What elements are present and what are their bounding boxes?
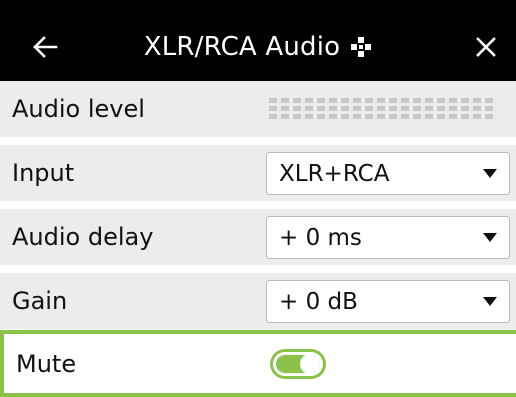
mute-row: Mute xyxy=(0,330,516,397)
audio-delay-select[interactable]: + 0 ms xyxy=(266,216,510,259)
gain-select[interactable]: + 0 dB xyxy=(266,280,510,323)
meter-segment xyxy=(389,98,397,120)
audio-level-label: Audio level xyxy=(12,95,145,123)
meter-segment xyxy=(461,98,469,120)
audio-level-row: Audio level xyxy=(0,81,516,137)
header-bar: XLR/RCA Audio xyxy=(0,0,516,93)
meter-segment xyxy=(305,98,313,120)
input-label: Input xyxy=(12,159,75,187)
audio-delay-row: Audio delay + 0 ms xyxy=(0,209,516,265)
chevron-down-icon xyxy=(483,233,497,242)
meter-segment xyxy=(437,98,445,120)
panel-title: XLR/RCA Audio xyxy=(143,31,341,62)
audio-level-meter xyxy=(269,98,493,120)
meter-segment xyxy=(377,98,385,120)
meter-segment xyxy=(485,98,493,120)
meter-segment xyxy=(365,98,373,120)
meter-segment xyxy=(329,98,337,120)
audio-settings-panel: XLR/RCA Audio Audio level Input XLR+RCA … xyxy=(0,0,516,397)
toggle-knob xyxy=(300,354,320,374)
meter-segment xyxy=(425,98,433,120)
meter-segment xyxy=(269,98,277,120)
audio-delay-label: Audio delay xyxy=(12,223,154,251)
meter-segment xyxy=(317,98,325,120)
move-icon[interactable] xyxy=(350,36,372,58)
meter-segment xyxy=(473,98,481,120)
back-button[interactable] xyxy=(22,24,68,70)
close-icon xyxy=(476,37,496,57)
meter-segment xyxy=(401,98,409,120)
close-button[interactable] xyxy=(463,24,509,70)
gain-select-value: + 0 dB xyxy=(279,288,358,315)
audio-delay-select-value: + 0 ms xyxy=(279,224,362,251)
back-arrow-icon xyxy=(33,36,58,58)
gain-row: Gain + 0 dB xyxy=(0,273,516,329)
meter-segment xyxy=(449,98,457,120)
chevron-down-icon xyxy=(483,169,497,178)
input-select-value: XLR+RCA xyxy=(279,160,390,187)
input-row: Input XLR+RCA xyxy=(0,145,516,201)
mute-toggle[interactable] xyxy=(270,349,326,379)
gain-label: Gain xyxy=(12,287,68,315)
chevron-down-icon xyxy=(483,297,497,306)
input-select[interactable]: XLR+RCA xyxy=(266,152,510,195)
mute-label: Mute xyxy=(16,349,77,378)
meter-segment xyxy=(413,98,421,120)
meter-segment xyxy=(353,98,361,120)
meter-segment xyxy=(281,98,289,120)
meter-segment xyxy=(293,98,301,120)
meter-segment xyxy=(341,98,349,120)
